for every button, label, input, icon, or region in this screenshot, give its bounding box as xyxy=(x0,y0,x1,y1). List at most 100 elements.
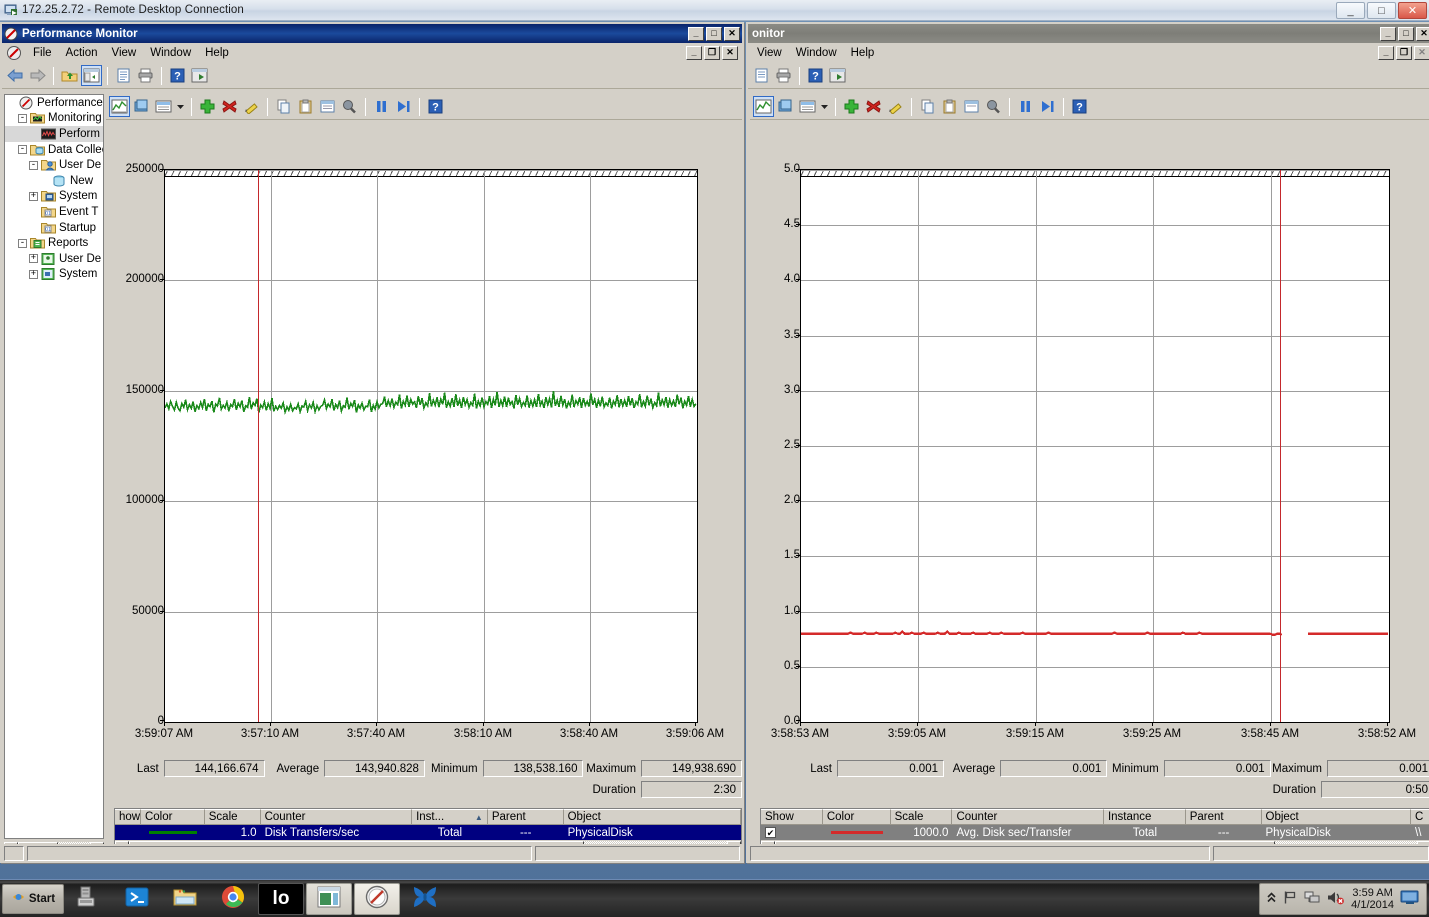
properties-icon[interactable] xyxy=(751,65,772,86)
console-tree-pane[interactable]: Performance-Monitoring TPerform-Data Col… xyxy=(4,94,104,839)
legend-column-header-instance[interactable]: Instance xyxy=(1103,809,1186,825)
legend-column-header-counter[interactable]: Counter xyxy=(260,809,413,825)
print-icon[interactable] xyxy=(773,65,794,86)
right-window-titlebar[interactable]: onitor _ □ ✕ xyxy=(748,24,1429,43)
mdi-minimize-button-right[interactable]: _ xyxy=(1378,45,1394,60)
menu-view[interactable]: View xyxy=(105,45,144,61)
chart-view-icon[interactable] xyxy=(109,96,130,117)
right-maximize-button[interactable]: □ xyxy=(1398,26,1414,41)
paste-icon[interactable] xyxy=(295,96,316,117)
zoom-icon[interactable] xyxy=(983,96,1004,117)
back-icon[interactable] xyxy=(5,65,26,86)
tree-item-new[interactable]: New xyxy=(5,173,103,189)
up-folder-icon[interactable] xyxy=(59,65,80,86)
tree-expand-toggle[interactable]: + xyxy=(29,191,38,201)
legend-column-header-scale[interactable]: Scale xyxy=(204,809,261,825)
menu-help[interactable]: Help xyxy=(198,45,236,61)
menu-window-right[interactable]: Window xyxy=(789,45,844,61)
mdi-close-button-right[interactable]: ✕ xyxy=(1414,45,1429,60)
tree-item-perform[interactable]: Perform xyxy=(5,126,103,142)
show-hidden-icons-chevron[interactable] xyxy=(1266,891,1277,907)
properties-icon[interactable] xyxy=(113,65,134,86)
taskbar-button-io-console[interactable]: lo xyxy=(258,882,304,915)
tree-item-system[interactable]: + System xyxy=(5,267,103,283)
legend-column-header-object[interactable]: Object xyxy=(1261,809,1412,825)
help-icon[interactable]: ? xyxy=(425,96,446,117)
left-chart-plot[interactable] xyxy=(164,169,698,723)
legend-counter-row[interactable]: ✔ 1000.0 Avg. Disk sec/Transfer Total --- Phy… xyxy=(761,825,1429,840)
taskbar-button-window-app[interactable] xyxy=(306,882,352,915)
left-close-button[interactable]: ✕ xyxy=(724,26,740,41)
left-maximize-button[interactable]: □ xyxy=(706,26,722,41)
delete-counter-icon[interactable] xyxy=(219,96,240,117)
legend-column-header-how[interactable]: how xyxy=(115,809,141,825)
tree-collapse-toggle[interactable]: - xyxy=(18,238,27,248)
legend-counter-row[interactable]: 1.0 Disk Transfers/sec Total --- PhysicalDis… xyxy=(115,825,741,840)
help-icon[interactable]: ? xyxy=(805,65,826,86)
mdi-restore-button-left[interactable]: ❐ xyxy=(704,45,720,60)
highlight-icon[interactable] xyxy=(241,96,262,117)
checkbox-checked-icon[interactable]: ✔ xyxy=(765,827,776,838)
legend-column-header-counter[interactable]: Counter xyxy=(952,809,1104,825)
tree-item-monitoring-t[interactable]: - Monitoring T xyxy=(5,111,103,127)
properties-icon[interactable] xyxy=(961,96,982,117)
update-data-icon[interactable] xyxy=(1037,96,1058,117)
legend-column-header-color[interactable]: Color xyxy=(822,809,891,825)
tree-item-system[interactable]: + System xyxy=(5,189,103,205)
clock[interactable]: 3:59 AM 4/1/2014 xyxy=(1351,887,1394,911)
report-view-icon[interactable] xyxy=(797,96,818,117)
add-counter-icon[interactable] xyxy=(841,96,862,117)
menu-help-right[interactable]: Help xyxy=(844,45,882,61)
copy-icon[interactable] xyxy=(917,96,938,117)
rdp-maximize-button[interactable]: □ xyxy=(1367,2,1396,19)
legend-column-header-inst[interactable]: Inst... ▲ xyxy=(412,809,488,825)
histogram-view-icon[interactable] xyxy=(131,96,152,117)
tree-item-performance[interactable]: Performance xyxy=(5,95,103,111)
freeze-display-icon[interactable] xyxy=(1015,96,1036,117)
tree-expand-toggle[interactable]: + xyxy=(29,254,38,264)
freeze-display-icon[interactable] xyxy=(371,96,392,117)
tree-item-user-de[interactable]: + User De xyxy=(5,251,103,267)
view-dropdown-icon[interactable] xyxy=(175,96,186,117)
copy-icon[interactable] xyxy=(273,96,294,117)
left-legend-body[interactable]: 1.0 Disk Transfers/sec Total --- PhysicalDis… xyxy=(115,825,741,840)
view-dropdown-icon[interactable] xyxy=(819,96,830,117)
rdp-close-button[interactable]: ✕ xyxy=(1398,2,1427,19)
tree-collapse-toggle[interactable]: - xyxy=(18,145,27,155)
show-desktop-button[interactable] xyxy=(1400,890,1420,908)
show-tree-icon[interactable] xyxy=(81,65,102,86)
menu-action[interactable]: Action xyxy=(59,45,105,61)
network-icon[interactable] xyxy=(1304,890,1321,908)
volume-muted-icon[interactable] xyxy=(1327,890,1345,908)
taskbar-button-chrome[interactable] xyxy=(210,883,256,915)
left-minimize-button[interactable]: _ xyxy=(688,26,704,41)
left-window-titlebar[interactable]: Performance Monitor _ □ ✕ xyxy=(2,24,742,43)
tree-collapse-toggle[interactable]: - xyxy=(18,113,27,123)
add-counter-icon[interactable] xyxy=(197,96,218,117)
right-legend-header[interactable]: Show Color Scale Counter Instance Parent Objec… xyxy=(761,809,1429,825)
update-data-icon[interactable] xyxy=(393,96,414,117)
tree-item-reports[interactable]: - Reports xyxy=(5,235,103,251)
taskbar-button-powershell[interactable] xyxy=(114,883,160,915)
legend-column-header-show[interactable]: Show xyxy=(761,809,823,825)
legend-column-header-object[interactable]: Object xyxy=(563,809,741,825)
menu-view-right[interactable]: View xyxy=(750,45,789,61)
legend-column-header-c[interactable]: C xyxy=(1411,809,1429,825)
legend-column-header-scale[interactable]: Scale xyxy=(890,809,953,825)
legend-column-header-parent[interactable]: Parent xyxy=(1185,809,1262,825)
legend-column-header-color[interactable]: Color xyxy=(140,809,205,825)
zoom-icon[interactable] xyxy=(339,96,360,117)
help-icon[interactable]: ? xyxy=(167,65,188,86)
mdi-restore-button-right[interactable]: ❐ xyxy=(1396,45,1412,60)
right-minimize-button[interactable]: _ xyxy=(1380,26,1396,41)
report-view-icon[interactable] xyxy=(153,96,174,117)
print-icon[interactable] xyxy=(135,65,156,86)
mdi-minimize-button-left[interactable]: _ xyxy=(686,45,702,60)
console-tree[interactable]: Performance-Monitoring TPerform-Data Col… xyxy=(5,95,103,282)
menu-window[interactable]: Window xyxy=(143,45,198,61)
taskbar-button-performance-monitor[interactable] xyxy=(354,882,400,915)
menu-file[interactable]: File xyxy=(26,45,59,61)
left-legend-header[interactable]: how Color Scale Counter Inst... ▲ Parent Object xyxy=(115,809,741,825)
right-close-button[interactable]: ✕ xyxy=(1416,26,1429,41)
action-center-flag-icon[interactable] xyxy=(1283,890,1298,908)
